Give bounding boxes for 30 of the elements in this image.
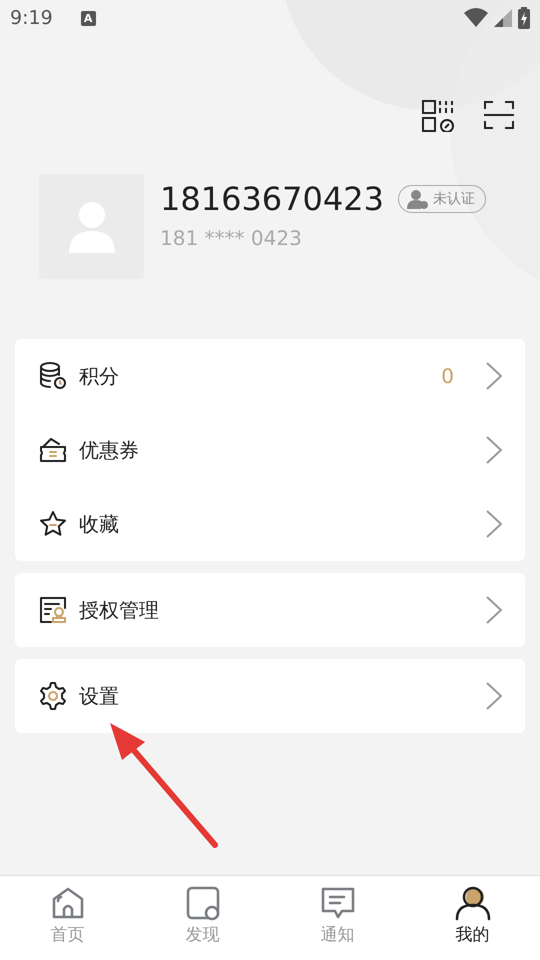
signal-icon: [494, 9, 512, 27]
masked-phone: 181 **** 0423: [160, 226, 303, 250]
coins-icon: [39, 362, 67, 390]
menu-label[interactable]: 积分: [79, 362, 119, 390]
wallet-icon: [39, 436, 67, 464]
chevron-icon[interactable]: [486, 596, 502, 624]
user-icon: [454, 885, 490, 921]
qr-code-icon[interactable]: [422, 100, 454, 132]
menu-label[interactable]: 收藏: [79, 510, 119, 538]
menu-label[interactable]: 优惠券: [79, 436, 139, 464]
tab[interactable]: 我的: [405, 876, 540, 960]
chevron-icon[interactable]: [486, 436, 502, 464]
menu-label[interactable]: 设置: [79, 682, 119, 710]
chevron-icon[interactable]: [486, 362, 502, 390]
phone-number: 18163670423: [160, 180, 384, 218]
chevron-icon[interactable]: [486, 510, 502, 538]
notification-icon: A: [80, 10, 96, 26]
scan-icon[interactable]: [484, 100, 514, 130]
star-icon: [39, 510, 67, 538]
chevron-icon[interactable]: [486, 682, 502, 710]
certificate-icon: [39, 596, 67, 624]
clock: 9:19: [10, 7, 53, 29]
search-icon: [184, 885, 220, 921]
chat-icon: [320, 885, 356, 921]
points-value: 0: [441, 364, 454, 388]
battery-icon: [518, 7, 530, 29]
wifi-icon: [464, 8, 488, 28]
gear-icon: [39, 682, 67, 710]
menu-label[interactable]: 授权管理: [79, 596, 159, 624]
user-icon: [406, 189, 429, 209]
